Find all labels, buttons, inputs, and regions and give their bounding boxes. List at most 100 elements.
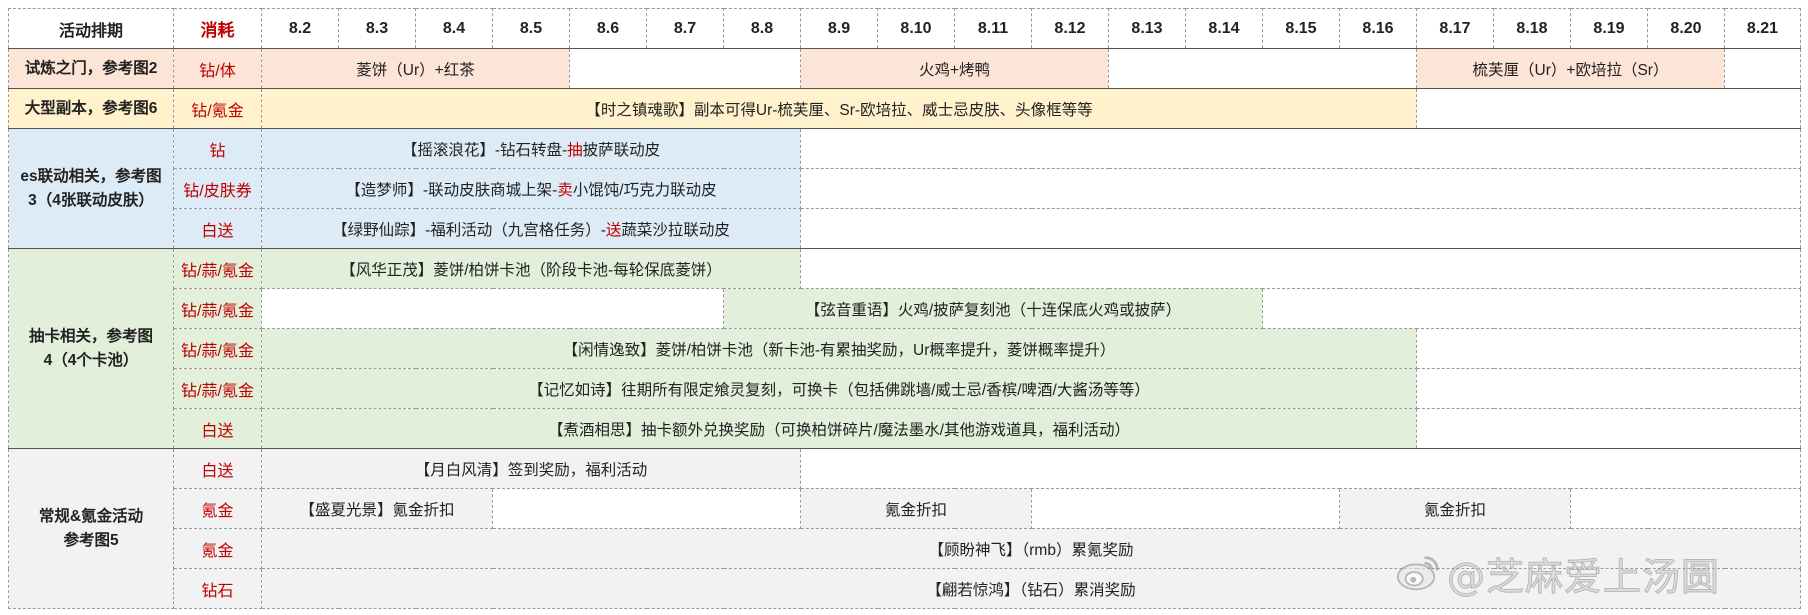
event-cell: 氪金折扣	[800, 488, 1032, 529]
gacha-row: 钻/蒜/氪金 【记忆如诗】往期所有限定飨灵复刻，可换卡（包括佛跳墙/威士忌/香槟…	[9, 368, 1801, 409]
event-cell: 【煮酒相思】抽卡额外兑换奖励（可换柏饼碎片/魔法墨水/其他游戏道具，福利活动）	[261, 408, 1417, 449]
date-header: 8.5	[492, 8, 570, 49]
cost-cell: 钻	[173, 128, 262, 169]
empty-cell	[1416, 328, 1801, 369]
watermark-text: @芝麻爱上汤圆	[1446, 554, 1721, 599]
date-header: 8.20	[1647, 8, 1725, 49]
category-trial: 试炼之门，参考图2	[8, 48, 174, 89]
empty-cell	[492, 488, 801, 529]
empty-cell	[569, 48, 801, 89]
empty-cell	[800, 448, 1801, 489]
event-cell: 【闲情逸致】菱饼/柏饼卡池（新卡池-有累抽奖励，Ur概率提升，菱饼概率提升）	[261, 328, 1417, 369]
category-gacha-text: 抽卡相关，参考图4（4个卡池）	[29, 327, 154, 369]
gacha-row: 钻/蒜/氪金 【弦音重语】火鸡/披萨复刻池（十连保底火鸡或披萨）	[9, 288, 1801, 329]
cost-cell: 钻/蒜/氪金	[173, 288, 262, 329]
empty-cell	[800, 248, 1801, 289]
date-header: 8.3	[338, 8, 416, 49]
gacha-row: 抽卡相关，参考图4（4个卡池） 钻/蒜/氪金 【风华正茂】菱饼/柏饼卡池（阶段卡…	[8, 248, 1801, 449]
dungeon-row: 大型副本，参考图6 钻/氪金 【时之镇魂歌】副本可得Ur-梳芙厘、Sr-欧培拉、…	[8, 88, 1801, 129]
empty-cell	[1724, 48, 1801, 89]
date-header: 8.15	[1262, 8, 1340, 49]
event-cell: 【风华正茂】菱饼/柏饼卡池（阶段卡池-每轮保底菱饼）	[261, 248, 801, 289]
date-header: 8.4	[415, 8, 493, 49]
category-regular-line2: 参考图5	[63, 531, 119, 549]
empty-cell	[1108, 48, 1417, 89]
category-es: es联动相关，参考图3（4张联动皮肤）	[8, 128, 174, 249]
event-cell: 【盛夏光景】氪金折扣	[261, 488, 493, 529]
activity-header: 活动排期	[8, 8, 174, 49]
event-text: 小馄饨/巧克力联动皮	[572, 181, 717, 199]
date-header: 8.13	[1108, 8, 1186, 49]
empty-cell	[1416, 368, 1801, 409]
empty-cell	[800, 208, 1801, 249]
event-text: 蔬菜沙拉联动皮	[621, 221, 730, 239]
cost-cell: 钻/蒜/氪金	[173, 368, 262, 409]
event-cell: 氪金折扣	[1339, 488, 1571, 529]
gacha-row: 白送 【煮酒相思】抽卡额外兑换奖励（可换柏饼碎片/魔法墨水/其他游戏道具，福利活…	[9, 408, 1801, 449]
cost-cell: 钻/蒜/氪金	[173, 328, 262, 369]
empty-cell	[800, 128, 1801, 169]
schedule-sheet: 活动排期 消耗 8.2 8.3 8.4 8.5 8.6 8.7 8.8 8.9 …	[8, 8, 1801, 609]
cost-cell: 钻/皮肤券	[173, 168, 262, 209]
date-header: 8.18	[1493, 8, 1571, 49]
event-text: 【造梦师】-联动皮肤商城上架-	[345, 181, 558, 199]
es-row: 白送 【绿野仙踪】-福利活动（九宫格任务）-送蔬菜沙拉联动皮	[9, 208, 1801, 249]
empty-cell	[1031, 488, 1340, 529]
cost-cell: 钻/氪金	[173, 88, 262, 129]
date-header: 8.17	[1416, 8, 1494, 49]
event-cell: 【弦音重语】火鸡/披萨复刻池（十连保底火鸡或披萨）	[723, 288, 1263, 329]
event-cell: 【月白风清】签到奖励，福利活动	[261, 448, 801, 489]
schedule-table: 活动排期 消耗 8.2 8.3 8.4 8.5 8.6 8.7 8.8 8.9 …	[8, 8, 1801, 609]
empty-cell	[1416, 408, 1801, 449]
date-header: 8.16	[1339, 8, 1417, 49]
event-cell: 菱饼（Ur）+红茶	[261, 48, 570, 89]
regular-row: 常规&氪金活动 参考图5 白送 【月白风清】签到奖励，福利活动	[8, 448, 1801, 609]
date-header: 8.9	[800, 8, 878, 49]
es-row: 钻/皮肤券 【造梦师】-联动皮肤商城上架-卖小馄饨/巧克力联动皮	[9, 168, 1801, 209]
es-row: es联动相关，参考图3（4张联动皮肤） 钻 【摇滚浪花】-钻石转盘-抽披萨联动皮	[8, 128, 1801, 249]
cost-cell: 氪金	[173, 528, 262, 569]
header-row: 活动排期 消耗 8.2 8.3 8.4 8.5 8.6 8.7 8.8 8.9 …	[8, 8, 1801, 49]
event-cell: 【时之镇魂歌】副本可得Ur-梳芙厘、Sr-欧培拉、威士忌皮肤、头像框等等	[261, 88, 1417, 129]
date-header: 8.7	[646, 8, 724, 49]
event-highlight: 送	[605, 221, 622, 239]
event-text: 披萨联动皮	[582, 141, 661, 159]
event-text: 【绿野仙踪】-福利活动（九宫格任务）-	[332, 221, 606, 239]
category-gacha: 抽卡相关，参考图4（4个卡池）	[8, 248, 174, 449]
category-es-text: es联动相关，参考图3（4张联动皮肤）	[20, 167, 162, 209]
trial-row: 试炼之门，参考图2 钻/体 菱饼（Ur）+红茶 火鸡+烤鸭 梳芙厘（Ur）+欧培…	[8, 48, 1801, 89]
date-header: 8.11	[954, 8, 1032, 49]
date-header: 8.6	[569, 8, 647, 49]
cost-cell: 白送	[173, 208, 262, 249]
date-header: 8.8	[723, 8, 801, 49]
date-header: 8.19	[1570, 8, 1648, 49]
cost-cell: 钻/蒜/氪金	[173, 248, 262, 289]
category-dungeon: 大型副本，参考图6	[8, 88, 174, 129]
event-highlight: 抽	[567, 141, 583, 159]
empty-cell	[261, 288, 724, 329]
empty-cell	[1262, 288, 1801, 329]
event-cell: 梳芙厘（Ur）+欧培拉（Sr）	[1416, 48, 1725, 89]
weibo-logo-icon	[1396, 556, 1439, 591]
cost-cell: 白送	[173, 448, 262, 489]
event-highlight: 卖	[557, 181, 573, 199]
event-cell: 【记忆如诗】往期所有限定飨灵复刻，可换卡（包括佛跳墙/威士忌/香槟/啤酒/大酱汤…	[261, 368, 1417, 409]
date-header: 8.14	[1185, 8, 1263, 49]
cost-cell: 钻/体	[173, 48, 262, 89]
date-header: 8.21	[1724, 8, 1801, 49]
regular-row: 氪金 【盛夏光景】氪金折扣 氪金折扣 氪金折扣	[9, 488, 1801, 529]
date-header: 8.12	[1031, 8, 1109, 49]
cost-cell: 钻石	[173, 568, 262, 609]
empty-cell	[1416, 88, 1801, 129]
empty-cell	[800, 168, 1801, 209]
gacha-row: 钻/蒜/氪金 【闲情逸致】菱饼/柏饼卡池（新卡池-有累抽奖励，Ur概率提升，菱饼…	[9, 328, 1801, 369]
date-header: 8.2	[261, 8, 339, 49]
watermark: @芝麻爱上汤圆	[1395, 548, 1721, 599]
category-regular-line1: 常规&氪金活动	[38, 507, 144, 525]
event-text: 【摇滚浪花】-钻石转盘-	[401, 141, 568, 159]
event-cell: 【绿野仙踪】-福利活动（九宫格任务）-送蔬菜沙拉联动皮	[261, 208, 801, 249]
event-cell: 【造梦师】-联动皮肤商城上架-卖小馄饨/巧克力联动皮	[261, 168, 801, 209]
category-regular: 常规&氪金活动 参考图5	[8, 448, 174, 609]
cost-header: 消耗	[173, 8, 262, 49]
cost-cell: 白送	[173, 408, 262, 449]
